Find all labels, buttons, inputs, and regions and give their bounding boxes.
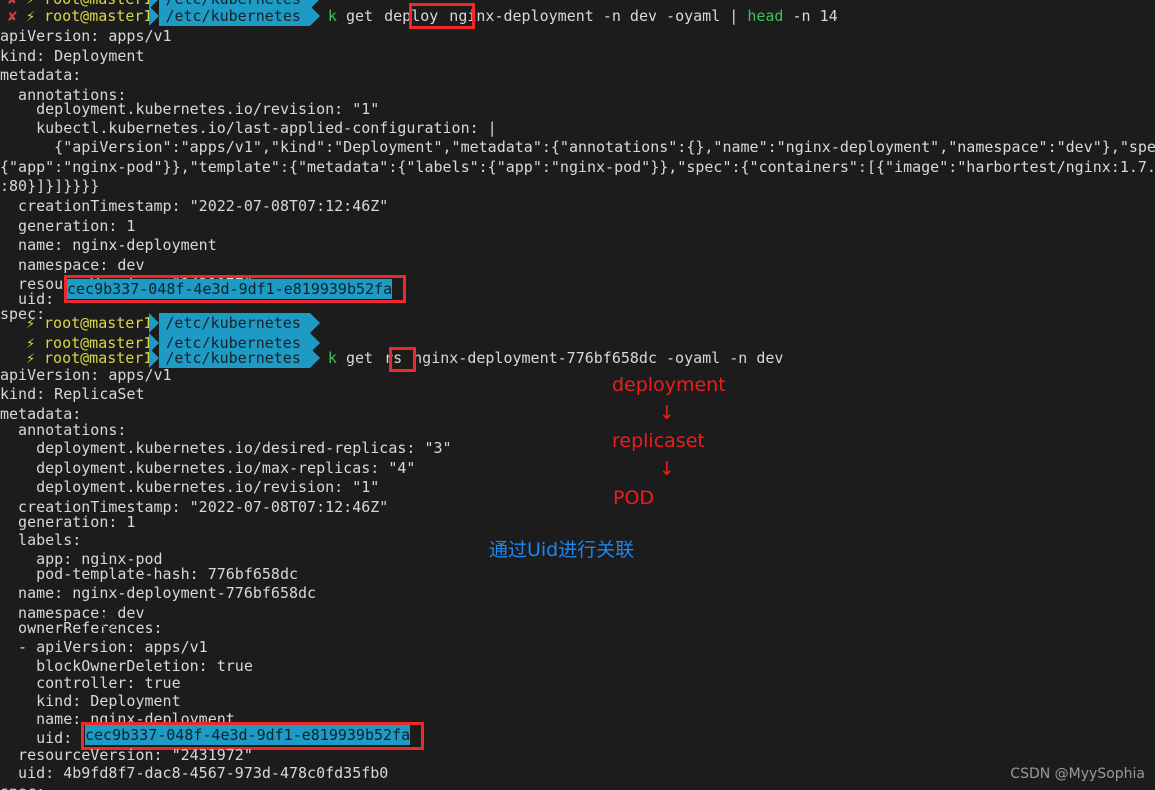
- prompt-line-1: ✘ ⚡ root@master1 /etc/kubernetes k get d…: [0, 6, 838, 27]
- prompt-path: /etc/kubernetes: [149, 313, 321, 334]
- command-rest: nginx-deployment-776bf658dc -oyaml -n de…: [404, 349, 784, 367]
- command-line-2[interactable]: k get rs nginx-deployment-776bf658dc -oy…: [328, 348, 784, 368]
- output-line: apiVersion: apps/v1: [0, 27, 172, 45]
- prompt-path: /etc/kubernetes: [149, 348, 321, 369]
- lightning-bolt-icon: ⚡: [26, 7, 36, 25]
- watermark: CSDN @MyySophia: [1010, 765, 1145, 782]
- output-line: name: nginx-deployment-776bf658dc: [0, 584, 317, 602]
- output-line: uid: 4b9fd8f7-dac8-4567-973d-478c0fd35fb…: [0, 764, 389, 782]
- output-line: deployment.kubernetes.io/max-replicas: "…: [0, 459, 416, 477]
- highlighted-resource-rs[interactable]: rs: [382, 348, 404, 368]
- command-verb: get: [345, 7, 374, 25]
- erased-annotation-artifact: ○: [100, 610, 117, 632]
- error-status-icon: ✘: [8, 7, 18, 25]
- pipe-args: -n 14: [783, 7, 838, 25]
- output-line: ownerReferences:: [0, 619, 163, 637]
- prompt-user: root@master1: [44, 314, 153, 332]
- output-line: creationTimestamp: "2022-07-08T07:12:46Z…: [0, 197, 389, 215]
- prompt-path: /etc/kubernetes: [149, 6, 321, 27]
- output-line: deployment.kubernetes.io/revision: "1": [0, 100, 380, 118]
- output-line: labels:: [0, 531, 82, 549]
- command-binary: k: [327, 349, 337, 367]
- output-line: kind: ReplicaSet: [0, 385, 145, 403]
- annotation-chain-replicaset: replicaset: [612, 430, 705, 452]
- command-space: [337, 348, 346, 368]
- command-space: [373, 348, 382, 368]
- output-line: kubectl.kubernetes.io/last-applied-confi…: [0, 119, 497, 137]
- prompt-status-group: ✘ ⚡: [0, 6, 44, 26]
- prompt-status-group: ⚡: [0, 313, 44, 333]
- output-line: namespace: dev: [0, 256, 145, 274]
- pipe-symbol: |: [729, 7, 739, 25]
- annotation-arrow-down-1: ↓: [659, 402, 675, 424]
- output-line-json-wrap: {"apiVersion":"apps/v1","kind":"Deployme…: [0, 138, 1155, 156]
- command-verb: get: [345, 349, 374, 367]
- prompt-user: root@master1: [44, 7, 153, 25]
- annotation-box-uid-deployment: [64, 275, 406, 303]
- output-line: pod-template-hash: 776bf658dc: [0, 565, 299, 583]
- prompt-line-2: ⚡ root@master1 /etc/kubernetes: [0, 313, 321, 334]
- highlighted-resource-deploy[interactable]: deploy: [382, 6, 440, 26]
- command-line-1[interactable]: k get deploy nginx-deployment -n dev -oy…: [328, 6, 838, 26]
- command-binary: k: [327, 7, 337, 25]
- command-rest: nginx-deployment -n dev -oyaml: [440, 7, 730, 25]
- output-line: generation: 1: [0, 217, 136, 235]
- output-line-json-wrap: {"app":"nginx-pod"}},"template":{"metada…: [0, 158, 1155, 176]
- output-line: apiVersion: apps/v1: [0, 366, 172, 384]
- output-line-clipped: spec:: [0, 782, 45, 790]
- output-line: deployment.kubernetes.io/desired-replica…: [0, 439, 452, 457]
- annotation-chain-pod: POD: [613, 487, 655, 509]
- output-line-json-wrap: :80}]}]}}}}: [0, 177, 100, 195]
- lightning-bolt-icon: ⚡: [26, 314, 36, 332]
- annotation-arrow-down-2: ↓: [659, 458, 675, 480]
- pipe-command: head: [738, 7, 784, 25]
- output-line: name: nginx-deployment: [0, 236, 217, 254]
- output-line: metadata:: [0, 66, 82, 84]
- terminal-window[interactable]: ✘ ⚡ root@master1 /etc/kubernetes ✘ ⚡ roo…: [0, 0, 1155, 790]
- command-space: [337, 6, 346, 26]
- output-line: - apiVersion: apps/v1: [0, 638, 208, 656]
- annotation-uid-association-note: 通过Uid进行关联: [489, 539, 635, 561]
- annotation-chain-deployment: deployment: [612, 374, 726, 396]
- output-line: kind: Deployment: [0, 47, 145, 65]
- command-space: [373, 6, 382, 26]
- output-line: deployment.kubernetes.io/revision: "1": [0, 478, 380, 496]
